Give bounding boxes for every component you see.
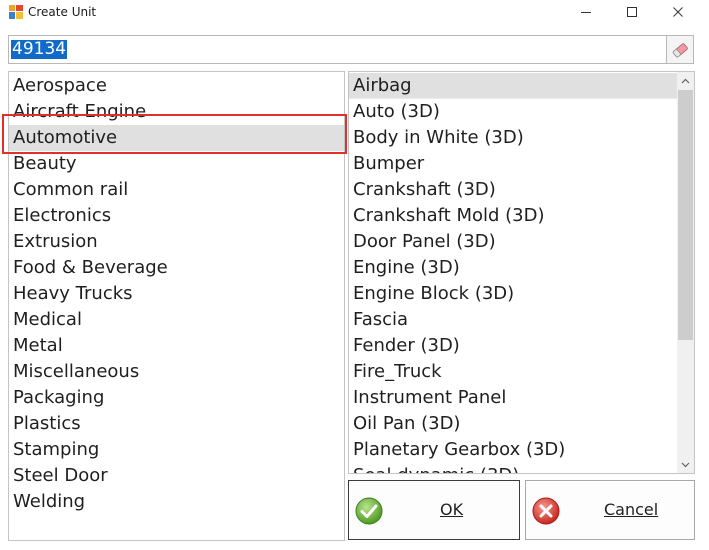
unit-list-item[interactable]: Bumper	[349, 151, 677, 177]
cancel-button-label: Cancel	[604, 500, 659, 519]
scroll-down-button[interactable]	[677, 456, 694, 473]
unit-list-item[interactable]: Engine (3D)	[349, 255, 677, 281]
window-title: Create Unit	[28, 5, 97, 19]
minimize-button[interactable]	[563, 0, 609, 24]
category-list-item[interactable]: Aerospace	[9, 73, 344, 99]
category-list-item[interactable]: Common rail	[9, 177, 344, 203]
ok-button[interactable]: OK	[348, 480, 520, 540]
scroll-up-button[interactable]	[677, 72, 694, 89]
minimize-icon	[581, 12, 591, 13]
close-button[interactable]	[655, 0, 701, 24]
category-list[interactable]: Aerospace Aircraft Engine Automotive Beauty…	[8, 71, 345, 541]
unit-name-value[interactable]: 49134	[11, 40, 68, 59]
category-list-item[interactable]: Stamping	[9, 437, 344, 463]
unit-list-scrollbar[interactable]	[677, 72, 694, 473]
category-list-item[interactable]: Heavy Trucks	[9, 281, 344, 307]
unit-list-item[interactable]: Engine Block (3D)	[349, 281, 677, 307]
category-list-item[interactable]: Metal	[9, 333, 344, 359]
chevron-down-icon	[681, 462, 690, 467]
unit-list-item[interactable]: Fender (3D)	[349, 333, 677, 359]
unit-list-item[interactable]: Seal dynamic (3D)	[349, 463, 677, 473]
category-list-item[interactable]: Steel Door	[9, 463, 344, 489]
unit-list-item[interactable]: Oil Pan (3D)	[349, 411, 677, 437]
maximize-icon	[627, 7, 637, 17]
unit-list-item[interactable]: Fascia	[349, 307, 677, 333]
unit-list-item[interactable]: Airbag	[349, 73, 677, 99]
title-bar: Create Unit	[0, 0, 709, 26]
category-list-item[interactable]: Extrusion	[9, 229, 344, 255]
unit-list-item[interactable]: Planetary Gearbox (3D)	[349, 437, 677, 463]
category-list-item[interactable]: Medical	[9, 307, 344, 333]
unit-list-item[interactable]: Door Panel (3D)	[349, 229, 677, 255]
create-unit-dialog: Create Unit 49134 Aerospace Aircraft Eng…	[0, 0, 709, 550]
cancel-button[interactable]: Cancel	[525, 480, 695, 540]
scrollbar-thumb[interactable]	[678, 90, 693, 340]
category-list-item[interactable]: Plastics	[9, 411, 344, 437]
unit-list-item[interactable]: Auto (3D)	[349, 99, 677, 125]
unit-list-item[interactable]: Instrument Panel	[349, 385, 677, 411]
cancel-x-icon	[532, 497, 560, 525]
unit-list[interactable]: Airbag Auto (3D) Body in White (3D) Bumper C…	[348, 71, 695, 474]
unit-name-input[interactable]: 49134	[8, 35, 694, 64]
unit-list-item[interactable]: Body in White (3D)	[349, 125, 677, 151]
category-list-item[interactable]: Aircraft Engine	[9, 99, 344, 125]
chevron-up-icon	[681, 78, 690, 83]
category-list-item[interactable]: Automotive	[9, 125, 344, 151]
eraser-icon	[672, 42, 688, 57]
unit-list-item[interactable]: Crankshaft Mold (3D)	[349, 203, 677, 229]
ok-button-label: OK	[440, 500, 464, 519]
category-list-item[interactable]: Food & Beverage	[9, 255, 344, 281]
category-list-item[interactable]: Beauty	[9, 151, 344, 177]
category-list-item[interactable]: Electronics	[9, 203, 344, 229]
unit-list-item[interactable]: Fire_Truck	[349, 359, 677, 385]
category-list-item[interactable]: Packaging	[9, 385, 344, 411]
checkmark-icon	[355, 497, 383, 525]
unit-list-item[interactable]: Crankshaft (3D)	[349, 177, 677, 203]
category-list-item[interactable]: Welding	[9, 489, 344, 515]
category-list-item[interactable]: Miscellaneous	[9, 359, 344, 385]
maximize-button[interactable]	[609, 0, 655, 24]
clear-input-button[interactable]	[666, 36, 693, 63]
app-icon	[9, 5, 23, 19]
close-icon	[673, 7, 683, 17]
